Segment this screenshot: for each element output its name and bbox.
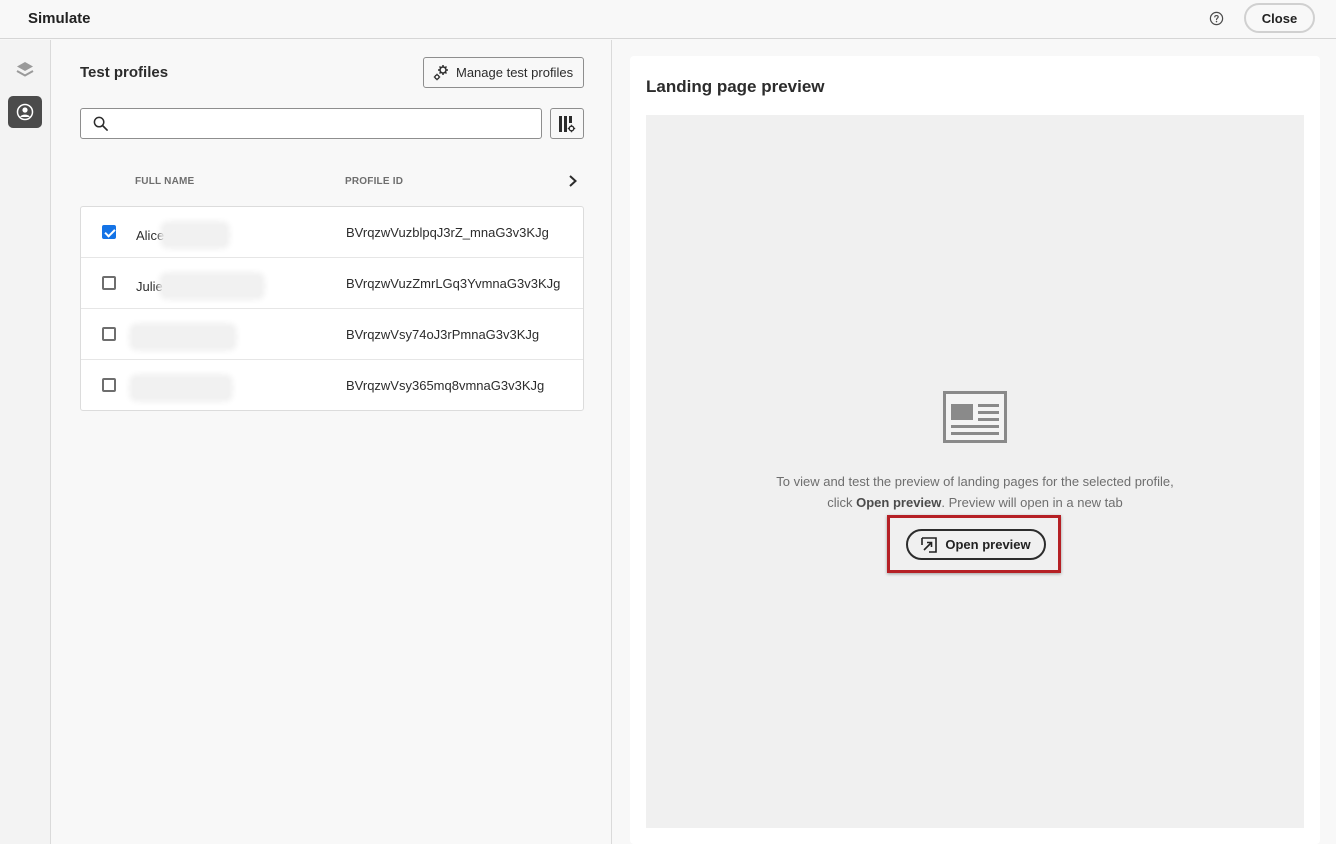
profile-icon <box>16 103 34 121</box>
close-button[interactable]: Close <box>1244 3 1315 33</box>
table-row[interactable]: BVrqzwVsy365mq8vmnaG3v3KJg <box>81 360 583 411</box>
table-row[interactable]: Julie BVrqzwVuzZmrLGq3YvmnaG3v3KJg <box>81 258 583 309</box>
highlight-annotation: Open preview <box>887 515 1061 573</box>
search-input[interactable] <box>121 113 531 135</box>
profiles-table: Alice BVrqzwVuzblpqJ3rZ_mnaG3v3KJg Julie… <box>80 206 584 411</box>
chevron-right-icon[interactable] <box>566 173 580 189</box>
column-settings-icon <box>559 115 576 132</box>
profile-id-cell: BVrqzwVsy365mq8vmnaG3v3KJg <box>346 378 545 393</box>
preview-area: To view and test the preview of landing … <box>646 115 1304 828</box>
manage-test-profiles-button[interactable]: Manage test profiles <box>423 57 584 88</box>
column-header-profile-id[interactable]: PROFILE ID <box>345 176 403 187</box>
row-checkbox[interactable] <box>102 327 116 341</box>
redacted-text <box>133 327 233 347</box>
manage-test-profiles-label: Manage test profiles <box>456 65 574 80</box>
help-icon[interactable] <box>1209 11 1224 26</box>
column-settings-button[interactable] <box>550 108 584 139</box>
full-name-cell <box>133 378 229 398</box>
open-preview-button[interactable]: Open preview <box>906 529 1046 560</box>
redacted-text <box>133 378 229 398</box>
landing-page-icon <box>943 391 1007 443</box>
side-rail <box>0 40 51 844</box>
preview-title: Landing page preview <box>646 77 825 96</box>
profile-id-cell: BVrqzwVuzZmrLGq3YvmnaG3v3KJg <box>346 276 561 291</box>
column-header-full-name[interactable]: FULL NAME <box>135 176 194 187</box>
redacted-text <box>162 276 261 296</box>
search-icon <box>93 116 108 131</box>
first-name: Alice <box>136 227 165 243</box>
profile-id-cell: BVrqzwVuzblpqJ3rZ_mnaG3v3KJg <box>346 225 549 240</box>
panel-title: Test profiles <box>80 64 169 81</box>
top-bar: Simulate Close <box>0 0 1336 39</box>
preview-instructions: To view and test the preview of landing … <box>776 474 1174 510</box>
row-checkbox[interactable] <box>102 276 116 290</box>
first-name: Julie <box>136 278 163 294</box>
row-checkbox[interactable] <box>102 225 116 239</box>
open-preview-label: Open preview <box>945 537 1031 552</box>
row-checkbox[interactable] <box>102 378 116 392</box>
table-row[interactable]: BVrqzwVsy74oJ3rPmnaG3v3KJg <box>81 309 583 360</box>
search-field[interactable] <box>80 108 542 139</box>
table-row[interactable]: Alice BVrqzwVuzblpqJ3rZ_mnaG3v3KJg <box>81 207 583 258</box>
gear-icon <box>433 64 448 80</box>
profile-tab[interactable] <box>8 96 42 128</box>
preview-instructions-bold: Open preview <box>856 495 942 510</box>
full-name-cell: Alice <box>136 225 227 245</box>
redacted-text <box>164 225 227 245</box>
open-external-icon <box>921 536 938 553</box>
test-profiles-panel: Test profiles Manage test profiles FULL … <box>52 40 612 844</box>
full-name-cell: Julie <box>136 276 261 296</box>
app-title: Simulate <box>28 10 91 27</box>
landing-page-preview-panel: Landing page preview To view and test th… <box>630 56 1320 844</box>
full-name-cell <box>133 327 233 347</box>
profile-id-cell: BVrqzwVsy74oJ3rPmnaG3v3KJg <box>346 327 540 342</box>
layers-icon[interactable] <box>15 60 35 82</box>
